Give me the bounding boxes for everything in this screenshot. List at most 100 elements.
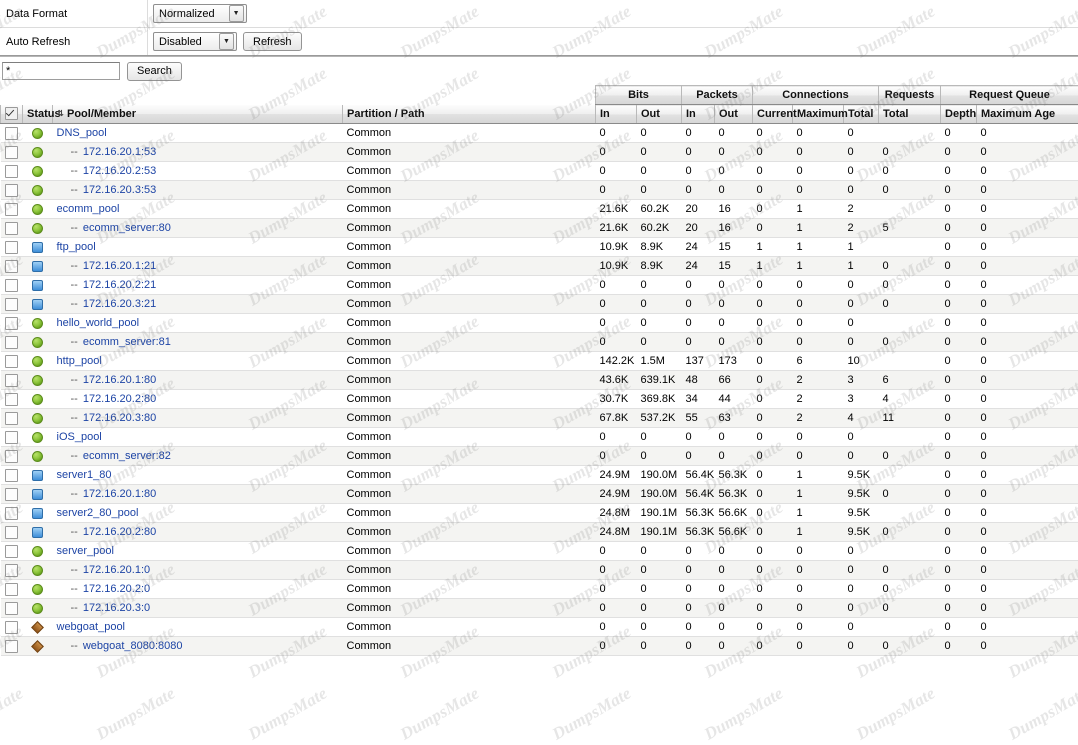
member-link[interactable]: 172.16.20.1:80	[83, 488, 156, 500]
row-checkbox[interactable]	[5, 146, 18, 159]
row-checkbox[interactable]	[5, 412, 18, 425]
row-checkbox[interactable]	[5, 431, 18, 444]
member-link[interactable]: ecomm_server:81	[83, 336, 171, 348]
table-row[interactable]: ftp_poolCommon10.9K8.9K241511100	[1, 238, 1078, 257]
member-link[interactable]: 172.16.20.3:21	[83, 298, 156, 310]
row-checkbox-cell[interactable]	[1, 447, 23, 466]
row-checkbox[interactable]	[5, 393, 18, 406]
row-checkbox-cell[interactable]	[1, 428, 23, 447]
row-checkbox-cell[interactable]	[1, 162, 23, 181]
row-checkbox-cell[interactable]	[1, 238, 23, 257]
row-checkbox[interactable]	[5, 545, 18, 558]
member-link[interactable]: 172.16.20.2:21	[83, 279, 156, 291]
row-checkbox[interactable]	[5, 621, 18, 634]
member-link[interactable]: ecomm_server:80	[83, 222, 171, 234]
row-checkbox[interactable]	[5, 564, 18, 577]
row-checkbox-cell[interactable]	[1, 276, 23, 295]
row-checkbox-cell[interactable]	[1, 200, 23, 219]
table-row[interactable]: DNS_poolCommon000000000	[1, 124, 1078, 143]
member-link[interactable]: 172.16.20.3:53	[83, 184, 156, 196]
table-row[interactable]: --172.16.20.1:80Common43.6K639.1K4866023…	[1, 371, 1078, 390]
row-checkbox-cell[interactable]	[1, 599, 23, 618]
row-checkbox[interactable]	[5, 374, 18, 387]
row-checkbox-cell[interactable]	[1, 523, 23, 542]
row-checkbox-cell[interactable]	[1, 257, 23, 276]
table-row[interactable]: --172.16.20.2:80Common24.8M190.1M56.3K56…	[1, 523, 1078, 542]
table-row[interactable]: webgoat_poolCommon000000000	[1, 618, 1078, 637]
row-checkbox-cell[interactable]	[1, 409, 23, 428]
table-row[interactable]: server_poolCommon000000000	[1, 542, 1078, 561]
row-checkbox-cell[interactable]	[1, 466, 23, 485]
row-checkbox[interactable]	[5, 602, 18, 615]
row-checkbox[interactable]	[5, 203, 18, 216]
row-checkbox[interactable]	[5, 583, 18, 596]
member-link[interactable]: 172.16.20.3:80	[83, 412, 156, 424]
table-row[interactable]: --ecomm_server:82Common0000000000	[1, 447, 1078, 466]
col-packets-in[interactable]: In	[682, 105, 715, 124]
table-row[interactable]: server2_80_poolCommon24.8M190.1M56.3K56.…	[1, 504, 1078, 523]
col-packets-out[interactable]: Out	[715, 105, 753, 124]
table-row[interactable]: --172.16.20.3:0Common0000000000	[1, 599, 1078, 618]
row-checkbox-cell[interactable]	[1, 124, 23, 143]
table-row[interactable]: --172.16.20.2:53Common0000000000	[1, 162, 1078, 181]
row-checkbox-cell[interactable]	[1, 637, 23, 656]
row-checkbox[interactable]	[5, 317, 18, 330]
row-checkbox[interactable]	[5, 260, 18, 273]
row-checkbox-cell[interactable]	[1, 485, 23, 504]
member-link[interactable]: 172.16.20.2:80	[83, 393, 156, 405]
table-row[interactable]: --172.16.20.3:53Common0000000000	[1, 181, 1078, 200]
row-checkbox-cell[interactable]	[1, 333, 23, 352]
col-queue-depth[interactable]: Depth	[941, 105, 977, 124]
col-bits-in[interactable]: In	[596, 105, 637, 124]
search-input[interactable]	[2, 62, 120, 80]
pool-link[interactable]: ftp_pool	[57, 241, 96, 253]
row-checkbox-cell[interactable]	[1, 580, 23, 599]
member-link[interactable]: 172.16.20.2:53	[83, 165, 156, 177]
row-checkbox[interactable]	[5, 450, 18, 463]
member-link[interactable]: 172.16.20.2:0	[83, 583, 150, 595]
table-row[interactable]: iOS_poolCommon000000000	[1, 428, 1078, 447]
pool-link[interactable]: hello_world_pool	[57, 317, 140, 329]
row-checkbox-cell[interactable]	[1, 352, 23, 371]
table-row[interactable]: http_poolCommon142.2K1.5M137173061000	[1, 352, 1078, 371]
table-row[interactable]: --172.16.20.1:80Common24.9M190.0M56.4K56…	[1, 485, 1078, 504]
member-link[interactable]: 172.16.20.2:80	[83, 526, 156, 538]
pool-link[interactable]: iOS_pool	[57, 431, 102, 443]
row-checkbox[interactable]	[5, 336, 18, 349]
row-checkbox-cell[interactable]	[1, 561, 23, 580]
row-checkbox[interactable]	[5, 184, 18, 197]
col-conn-current[interactable]: Current	[753, 105, 793, 124]
col-partition-path[interactable]: Partition / Path	[343, 105, 596, 124]
table-row[interactable]: hello_world_poolCommon000000000	[1, 314, 1078, 333]
row-checkbox[interactable]	[5, 298, 18, 311]
pool-link[interactable]: server2_80_pool	[57, 507, 139, 519]
col-conn-maximum[interactable]: Maximum	[793, 105, 844, 124]
row-checkbox[interactable]	[5, 640, 18, 653]
row-checkbox[interactable]	[5, 526, 18, 539]
table-row[interactable]: --172.16.20.1:53Common0000000000	[1, 143, 1078, 162]
pool-link[interactable]: DNS_pool	[57, 127, 107, 139]
member-link[interactable]: 172.16.20.1:80	[83, 374, 156, 386]
table-row[interactable]: --172.16.20.3:21Common0000000000	[1, 295, 1078, 314]
row-checkbox-cell[interactable]	[1, 390, 23, 409]
select-all-checkbox-header[interactable]	[1, 105, 23, 124]
member-link[interactable]: 172.16.20.1:53	[83, 146, 156, 158]
row-checkbox-cell[interactable]	[1, 314, 23, 333]
pool-link[interactable]: server_pool	[57, 545, 114, 557]
table-row[interactable]: --172.16.20.1:21Common10.9K8.9K241511100…	[1, 257, 1078, 276]
member-link[interactable]: ecomm_server:82	[83, 450, 171, 462]
col-status[interactable]: Status	[23, 105, 53, 124]
row-checkbox[interactable]	[5, 507, 18, 520]
data-format-select[interactable]: Normalized ▼	[153, 4, 247, 23]
row-checkbox[interactable]	[5, 355, 18, 368]
row-checkbox[interactable]	[5, 241, 18, 254]
row-checkbox-cell[interactable]	[1, 542, 23, 561]
table-row[interactable]: --webgoat_8080:8080Common0000000000	[1, 637, 1078, 656]
col-pool-member[interactable]: ⇅Pool/Member	[53, 105, 343, 124]
table-row[interactable]: --172.16.20.3:80Common67.8K537.2K5563024…	[1, 409, 1078, 428]
row-checkbox[interactable]	[5, 469, 18, 482]
pool-link[interactable]: webgoat_pool	[57, 621, 126, 633]
row-checkbox[interactable]	[5, 279, 18, 292]
select-all-checkbox[interactable]	[5, 107, 18, 120]
member-link[interactable]: 172.16.20.1:21	[83, 260, 156, 272]
